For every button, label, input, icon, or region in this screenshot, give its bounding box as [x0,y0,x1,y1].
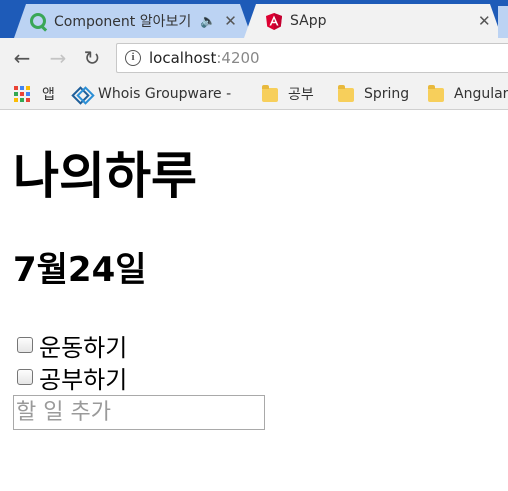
tab-title: SApp [290,13,327,29]
new-todo-input[interactable] [13,395,265,430]
folder-icon [428,85,444,102]
todo-checkbox[interactable] [17,369,33,385]
todo-label: 공부하기 [39,365,128,394]
back-arrow-icon[interactable]: ← [10,46,34,70]
google-search-icon [30,13,46,29]
address-bar[interactable]: i localhost:4200 [116,43,508,73]
bookmark-apps[interactable]: 앱 [14,84,55,104]
page-content: 나의하루 7월24일 운동하기 공부하기 [0,111,508,491]
angular-icon [266,13,282,30]
bookmark-label: Spring [364,86,410,102]
apps-grid-icon [14,86,30,102]
whois-icon [72,86,88,102]
bookmark-label: Whois Groupware - [98,86,232,102]
todo-item[interactable]: 운동하기 [17,331,127,362]
url-text[interactable]: localhost:4200 [149,49,260,67]
bookmark-angular[interactable]: Angular [428,84,508,104]
bookmark-label: 앱 [42,87,55,103]
tab-close-icon[interactable]: ✕ [224,12,237,30]
bookmark-label: Angular [454,86,508,102]
todo-item[interactable]: 공부하기 [17,363,127,394]
todo-checkbox[interactable] [17,337,33,353]
folder-icon [262,85,278,102]
browser-tabstrip: Component 알아보기 🔈 ✕ SApp ✕ [0,0,508,38]
date-heading: 7월24일 [13,250,147,290]
browser-tab-sapp[interactable]: SApp ✕ [244,4,502,38]
folder-icon [338,85,354,102]
page-title: 나의하루 [13,147,197,205]
forward-arrow-icon[interactable]: → [46,46,70,70]
info-icon[interactable]: i [125,50,141,66]
bookmark-study[interactable]: 공부 [262,84,314,104]
new-tab-button[interactable] [498,6,508,38]
browser-tab-component[interactable]: Component 알아보기 🔈 ✕ [14,4,252,38]
reload-icon[interactable]: ↻ [80,46,104,70]
tab-close-icon[interactable]: ✕ [478,12,491,30]
browser-toolbar: ← → ↻ i localhost:4200 [0,38,508,78]
bookmark-label: 공부 [288,87,314,103]
tab-title: Component 알아보기 [54,14,192,30]
bookmark-spring[interactable]: Spring [338,84,409,104]
bookmark-whois[interactable]: Whois Groupware - [72,84,231,104]
bookmarks-bar: 앱 Whois Groupware - 공부 Spring Angular [0,78,508,110]
audio-playing-icon[interactable]: 🔈 [200,14,216,29]
todo-label: 운동하기 [39,333,128,362]
